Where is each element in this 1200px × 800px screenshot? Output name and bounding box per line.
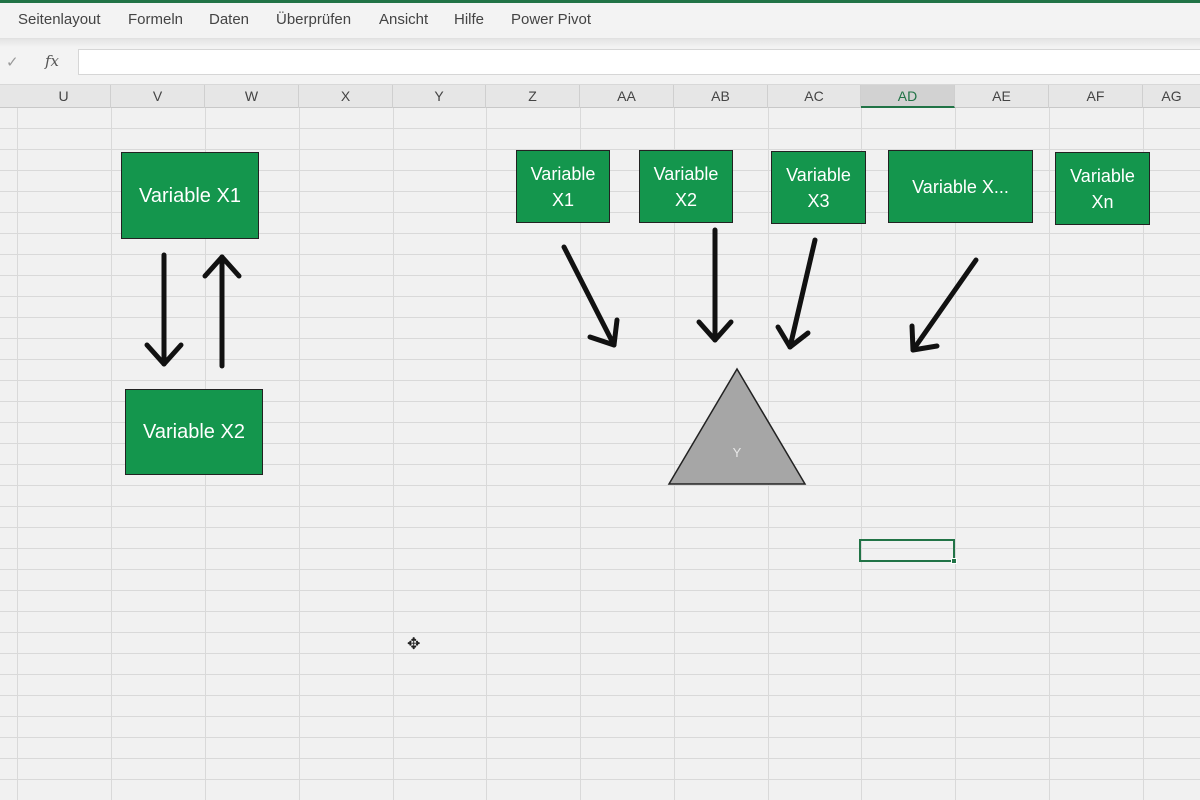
tab-ueberpruefen[interactable]: Überprüfen [276,11,351,28]
column-header-ae[interactable]: AE [955,85,1049,108]
gridline [768,108,769,800]
column-header-x[interactable]: X [299,85,393,108]
shape-variable-x1-left[interactable]: Variable X1 [121,152,259,239]
triangle-y-label: Y [732,445,742,460]
tab-ansicht[interactable]: Ansicht [379,11,428,28]
function-icon[interactable]: fx [45,52,59,70]
column-header-ad[interactable]: AD [861,85,955,108]
ribbon-tab-bar: Seitenlayout Formeln Daten Überprüfen An… [0,3,1200,39]
gridline [486,108,487,800]
column-header-u[interactable]: U [17,85,111,108]
tab-hilfe[interactable]: Hilfe [454,11,484,28]
gridline [393,108,394,800]
check-icon[interactable]: ✓ [6,53,19,71]
gridline [111,108,112,800]
column-header-w[interactable]: W [205,85,299,108]
cell-cursor-icon: ✥ [407,636,421,653]
formula-input[interactable] [78,49,1200,75]
shape-variable-x2-left[interactable]: Variable X2 [125,389,263,475]
fill-handle[interactable] [951,558,957,564]
ribbon-collapsed-area [0,39,1200,47]
shape-variable-x3[interactable]: Variable X3 [771,151,866,224]
column-header-aa[interactable]: AA [580,85,674,108]
gridline [1049,108,1050,800]
column-header-af[interactable]: AF [1049,85,1143,108]
tab-seitenlayout[interactable]: Seitenlayout [18,11,101,28]
column-header-z[interactable]: Z [486,85,580,108]
column-header-v[interactable]: V [111,85,205,108]
gridline [17,108,18,800]
column-header-ag[interactable]: AG [1143,85,1200,108]
column-header-y[interactable]: Y [393,85,486,108]
active-cell[interactable] [859,539,957,564]
tab-power-pivot[interactable]: Power Pivot [511,11,591,28]
formula-bar: ✓ fx [0,47,1200,77]
column-header-ac[interactable]: AC [768,85,861,108]
shape-variable-x1[interactable]: Variable X1 [516,150,610,223]
shape-variable-x2[interactable]: Variable X2 [639,150,733,223]
column-header-row: U V W X Y Z AA AB AC AD AE AF AG [0,84,1200,108]
shape-variable-xn[interactable]: Variable Xn [1055,152,1150,225]
tab-formeln[interactable]: Formeln [128,11,183,28]
gridline [299,108,300,800]
column-header-ab[interactable]: AB [674,85,768,108]
shape-variable-x-dots[interactable]: Variable X... [888,150,1033,223]
tab-daten[interactable]: Daten [209,11,249,28]
